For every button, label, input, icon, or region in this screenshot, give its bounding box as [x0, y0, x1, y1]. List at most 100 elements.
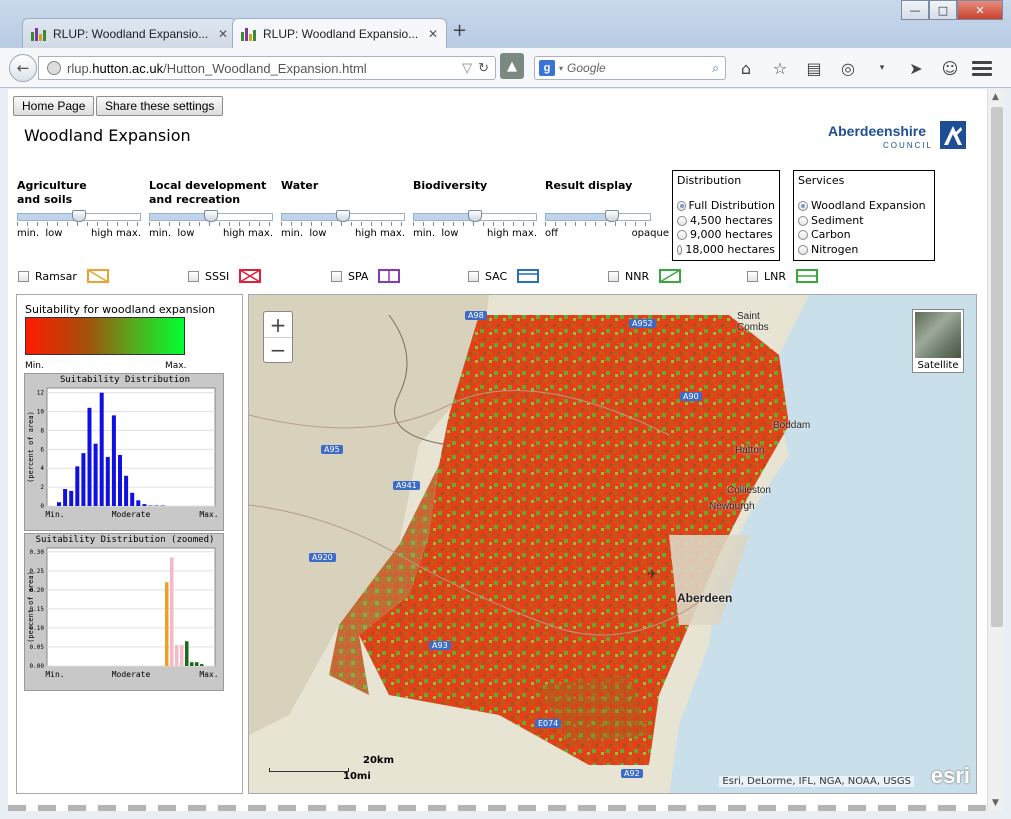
chart-bar	[142, 504, 147, 506]
maximize-icon[interactable]: □	[929, 0, 957, 20]
share-settings-button[interactable]: Share these settings	[96, 96, 224, 116]
slider-track[interactable]	[281, 210, 405, 222]
chart-bar	[118, 455, 122, 506]
services-legend: Services	[798, 174, 845, 187]
suitability-zoomed-chart-svg: 0.000.050.100.150.200.250.30(percent of …	[27, 547, 219, 679]
map-view[interactable]: Saint Combs Boddam Hatton Collieston Newb…	[248, 294, 977, 794]
scroll-down-icon[interactable]: ▼	[992, 798, 999, 808]
back-arrow-icon[interactable]: ←	[9, 54, 37, 82]
place-label: Boddam	[773, 420, 811, 431]
chat-icon[interactable]: ☺	[940, 58, 960, 78]
distribution-option-4500[interactable]: 4,500 hectares	[677, 214, 775, 229]
google-engine-icon[interactable]: g	[539, 60, 555, 76]
x-tick-label: Moderate	[112, 670, 151, 679]
scroll-up-icon[interactable]: ▲	[992, 92, 999, 102]
reload-icon[interactable]: ↻	[478, 60, 489, 76]
minimize-icon[interactable]: —	[901, 0, 929, 20]
ramsar-checkbox[interactable]	[18, 270, 29, 282]
distribution-group: Distribution Full Distribution 4,500 hec…	[672, 170, 780, 261]
distribution-legend: Distribution	[677, 174, 742, 187]
addon-dropdown-icon[interactable]: ▾	[872, 58, 892, 78]
chart-bar	[105, 456, 110, 506]
page-title: Woodland Expansion	[24, 126, 191, 145]
satellite-thumbnail	[915, 312, 961, 358]
service-option-sediment[interactable]: Sediment	[798, 214, 930, 229]
chart-bar	[165, 582, 169, 666]
bookmark-star-icon[interactable]: ☆	[770, 58, 790, 78]
layer-toggle-spa[interactable]: SPA	[331, 269, 401, 283]
url-text[interactable]: rlup.hutton.ac.uk/Hutton_Woodland_Expans…	[67, 61, 456, 76]
chart-bar	[124, 475, 129, 506]
addon-icon[interactable]: ◎	[838, 58, 858, 78]
slider-track[interactable]	[545, 210, 651, 222]
extension-icon[interactable]: ▲	[500, 53, 524, 79]
sac-checkbox[interactable]	[468, 270, 479, 282]
layer-toggle-sssi[interactable]: SSSI	[188, 269, 262, 283]
layer-toggle-nnr[interactable]: NNR	[608, 269, 682, 283]
layer-toggle-ramsar[interactable]: Ramsar	[18, 269, 109, 283]
suitability-panel: Suitability for woodland expansion Min. …	[16, 294, 243, 794]
chart-bar	[130, 492, 135, 506]
page-scrollbar[interactable]: ▲ ▼	[987, 89, 1005, 811]
y-tick-label: 12	[37, 390, 45, 397]
distribution-option-full[interactable]: Full Distribution	[677, 199, 775, 214]
satellite-basemap-button[interactable]: Satellite	[912, 309, 964, 373]
reading-list-icon[interactable]: ▤	[804, 58, 824, 78]
close-icon[interactable]: ✕	[957, 0, 1003, 20]
suitability-zoomed-chart: Suitability Distribution (zoomed) 0.00 0.…	[24, 533, 224, 691]
chart-bar	[87, 407, 92, 506]
search-icon[interactable]: ⌕	[712, 61, 719, 76]
address-bar[interactable]: rlup.hutton.ac.uk/Hutton_Woodland_Expans…	[38, 56, 496, 80]
send-icon[interactable]: ➤	[906, 58, 926, 78]
search-bar[interactable]: g ▾ Google ⌕	[534, 56, 726, 80]
chart-bar	[63, 489, 68, 506]
suitability-gradient	[25, 317, 185, 355]
distribution-option-9000[interactable]: 9,000 hectares	[677, 228, 775, 243]
home-page-button[interactable]: Home Page	[13, 96, 95, 116]
dropdown-arrow-icon[interactable]: ▽	[462, 60, 472, 76]
service-option-nitrogen[interactable]: Nitrogen	[798, 243, 930, 258]
hamburger-menu-icon[interactable]	[972, 58, 992, 78]
tab-close-icon[interactable]: ✕	[218, 27, 228, 41]
layer-toggle-lnr[interactable]: LNR	[747, 269, 818, 283]
lnr-checkbox[interactable]	[747, 270, 758, 282]
browser-tab-2[interactable]: RLUP: Woodland Expansio... ✕	[232, 18, 447, 48]
slider-thumb[interactable]	[604, 210, 619, 222]
browser-tab-1[interactable]: RLUP: Woodland Expansio... ✕	[22, 18, 237, 48]
engine-dropdown-icon[interactable]: ▾	[559, 64, 563, 73]
rlup-favicon-icon	[241, 27, 257, 41]
service-option-woodland[interactable]: Woodland Expansion	[798, 199, 930, 214]
airport-icon: ✈	[647, 567, 658, 581]
place-label: Hatton	[735, 445, 765, 456]
ramsar-swatch-icon	[86, 269, 109, 283]
nnr-checkbox[interactable]	[608, 270, 619, 282]
slider-thumb[interactable]	[204, 210, 218, 222]
map-canvas[interactable]	[249, 295, 977, 794]
slider-thumb[interactable]	[336, 210, 350, 222]
search-input[interactable]: Google	[567, 61, 708, 75]
aberdeenshire-logo: Aberdeenshire COUNCIL	[828, 121, 968, 153]
slider-thumb[interactable]	[468, 210, 482, 222]
lnr-swatch-icon	[796, 269, 818, 283]
y-tick-label: 0.00	[30, 663, 45, 670]
x-tick-label: Moderate	[112, 510, 151, 519]
slider-track[interactable]	[17, 210, 141, 222]
distribution-option-18000[interactable]: 18,000 hectares	[677, 243, 775, 258]
zoom-out-icon[interactable]: −	[264, 337, 292, 362]
x-tick-label: Min.	[45, 510, 64, 519]
layer-toggle-sac[interactable]: SAC	[468, 269, 540, 283]
chart-bar	[170, 557, 174, 666]
slider-track[interactable]	[413, 210, 537, 222]
home-icon[interactable]: ⌂	[736, 58, 756, 78]
slider-thumb[interactable]	[72, 210, 86, 222]
scrollbar-thumb[interactable]	[991, 107, 1003, 627]
slider-track[interactable]	[149, 210, 273, 222]
tab-close-icon[interactable]: ✕	[428, 27, 438, 41]
new-tab-icon[interactable]: +	[452, 20, 467, 41]
service-option-carbon[interactable]: Carbon	[798, 228, 930, 243]
zoom-in-icon[interactable]: +	[264, 312, 292, 337]
road-badge: A90	[680, 392, 702, 401]
spa-checkbox[interactable]	[331, 270, 342, 282]
sssi-checkbox[interactable]	[188, 270, 199, 282]
rlup-favicon-icon	[31, 27, 47, 41]
